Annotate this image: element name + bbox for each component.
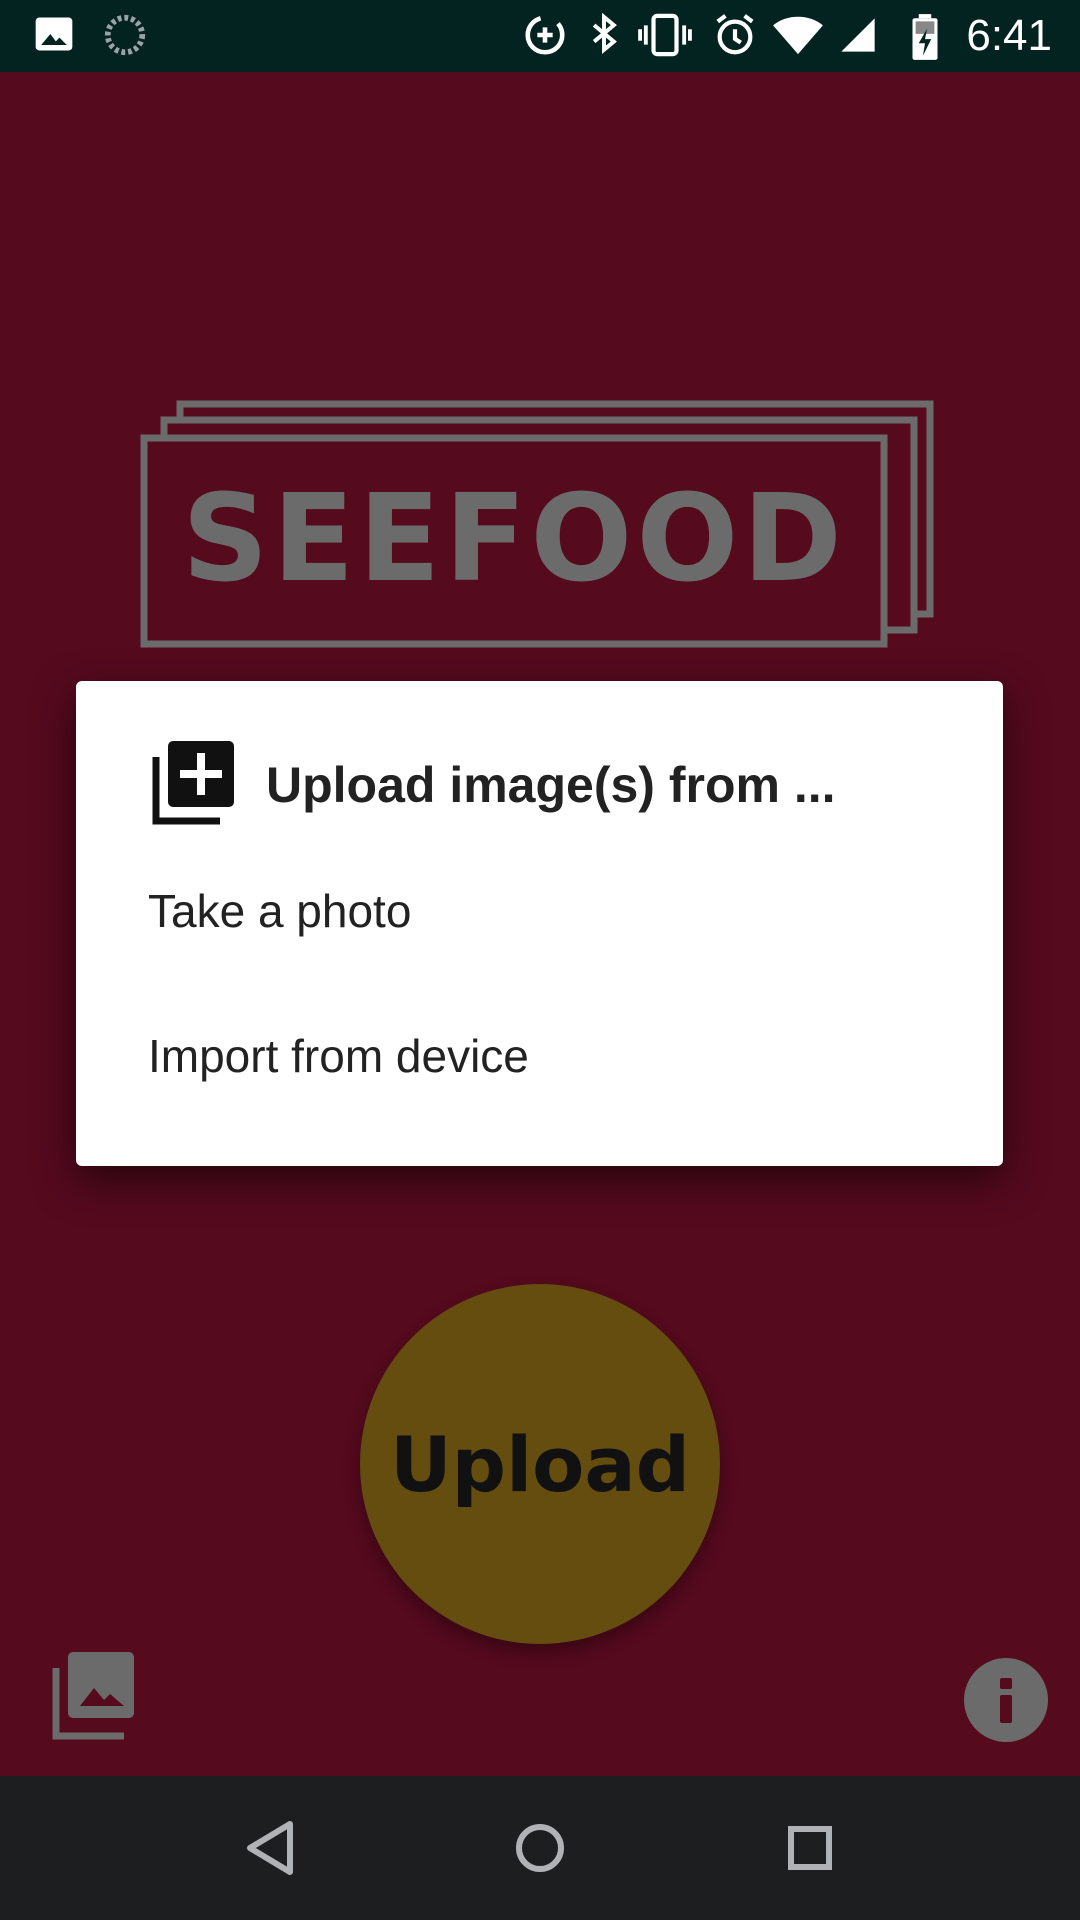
option-label: Take a photo bbox=[148, 885, 412, 937]
photo-library-icon[interactable] bbox=[52, 1650, 136, 1742]
recents-icon[interactable] bbox=[778, 1816, 842, 1880]
bluetooth-icon bbox=[584, 12, 624, 63]
option-label: Import from device bbox=[148, 1030, 529, 1082]
data-saver-icon bbox=[522, 12, 568, 63]
back-icon[interactable] bbox=[238, 1816, 302, 1880]
info-icon bbox=[1000, 1678, 1012, 1723]
navigation-bar bbox=[0, 1776, 1080, 1920]
sync-progress-icon bbox=[102, 12, 148, 63]
wifi-icon bbox=[770, 12, 826, 63]
battery-charging-icon bbox=[910, 12, 940, 67]
upload-button[interactable]: Upload bbox=[360, 1284, 720, 1644]
info-button[interactable] bbox=[964, 1658, 1048, 1742]
import-from-device-option[interactable]: Import from device bbox=[76, 986, 1003, 1126]
clock-time: 6:41 bbox=[966, 11, 1052, 60]
seefood-logo: SEEFOOD bbox=[138, 400, 938, 722]
vibrate-icon bbox=[638, 12, 692, 63]
dialog-title: Upload image(s) from ... bbox=[266, 757, 836, 813]
logo-text: SEEFOOD bbox=[182, 470, 846, 609]
app-screen: 6:41 SEEFOOD Upload Upload image(s) from… bbox=[0, 0, 1080, 1920]
take-photo-option[interactable]: Take a photo bbox=[76, 841, 1003, 981]
status-bar: 6:41 bbox=[0, 0, 1080, 72]
alarm-icon bbox=[712, 12, 758, 63]
image-notification-icon bbox=[32, 12, 76, 61]
home-icon[interactable] bbox=[508, 1816, 572, 1880]
add-to-library-icon bbox=[152, 741, 236, 825]
cell-signal-icon bbox=[838, 12, 878, 63]
upload-source-dialog: Upload image(s) from ... Take a photo Im… bbox=[76, 681, 1003, 1166]
